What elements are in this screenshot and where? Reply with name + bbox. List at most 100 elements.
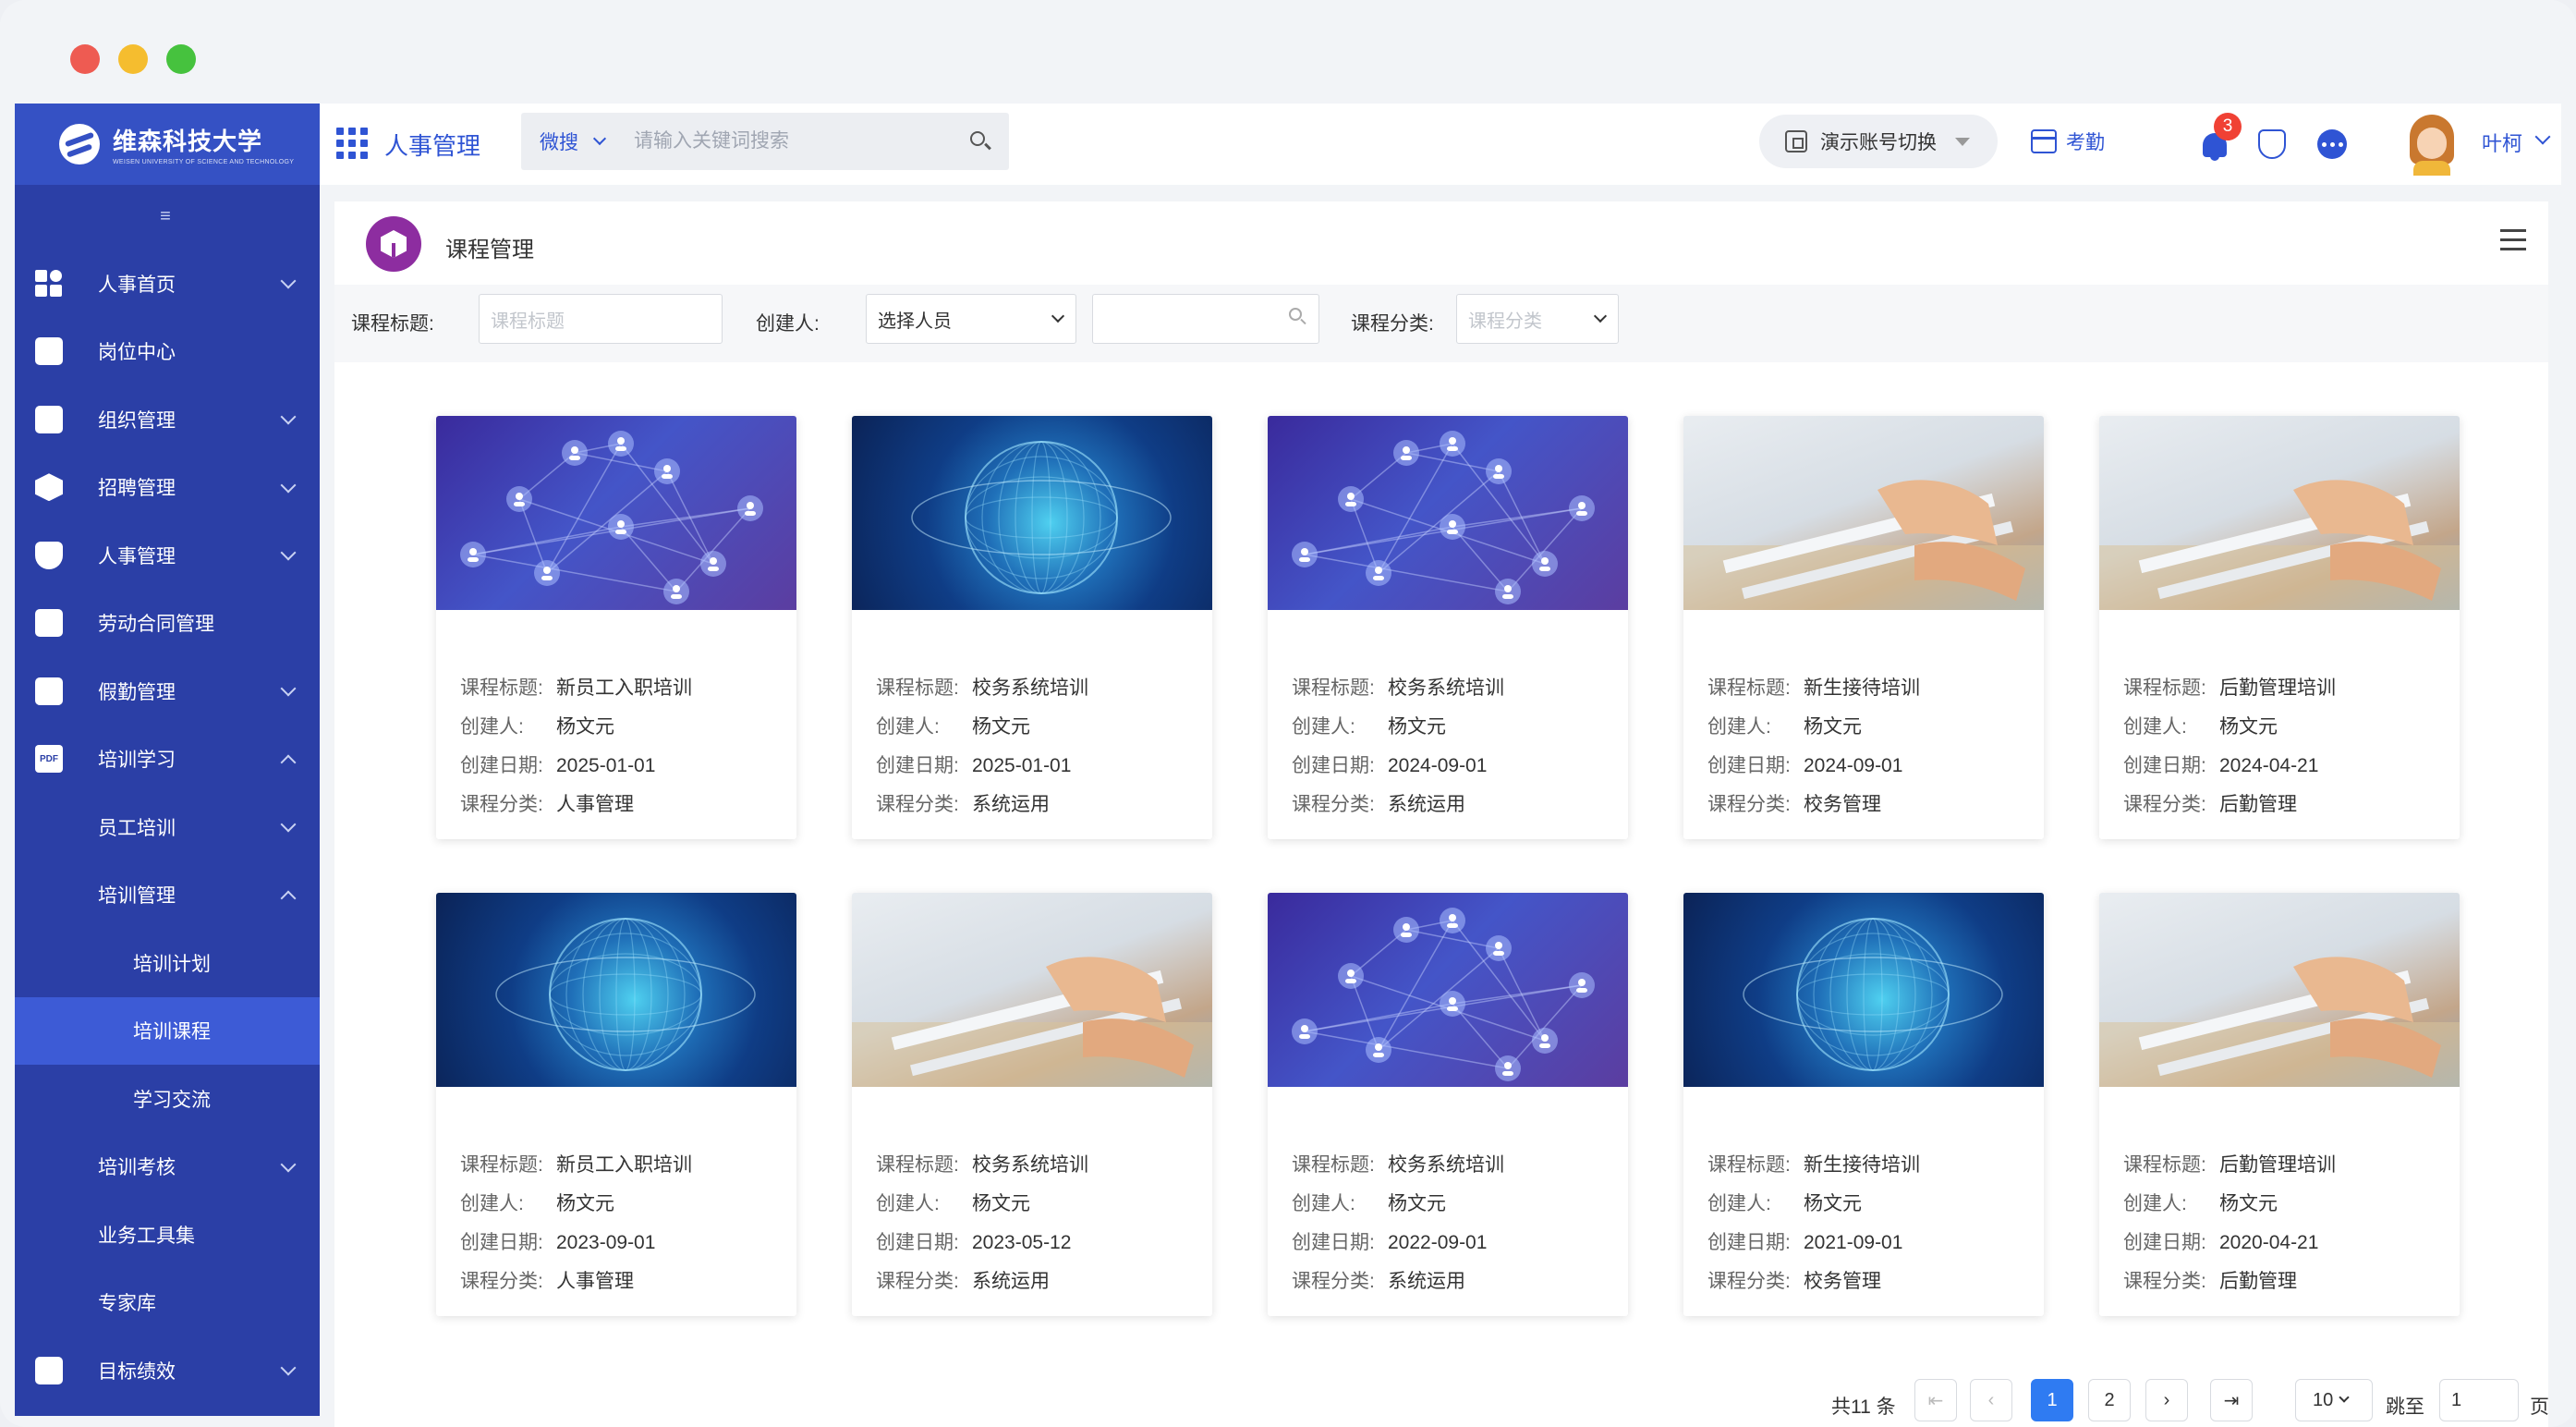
search-input[interactable] xyxy=(634,122,948,161)
sidebar-item[interactable]: 培训课程 xyxy=(15,996,320,1065)
field-label: 课程分类: xyxy=(1292,794,1375,815)
course-card[interactable]: 课程标题: 新生接待培训 创建人: 杨文元 创建日期: 2021-09-01 课程分类… xyxy=(1683,893,2044,1316)
apps-grid-icon[interactable] xyxy=(336,128,368,159)
sidebar-item[interactable]: 培训管理 xyxy=(15,861,320,930)
account-switch-button[interactable]: 演示账号切换 xyxy=(1759,115,1998,168)
course-thumbnail[interactable] xyxy=(852,416,1212,610)
search-icon[interactable] xyxy=(968,129,992,153)
course-thumbnail[interactable] xyxy=(1268,893,1628,1087)
app-window: 维森科技大学 WEISEN UNIVERSITY OF SCIENCE AND … xyxy=(0,0,2576,1427)
course-thumbnail[interactable] xyxy=(1683,893,2044,1087)
sidebar-item[interactable]: 学习交流 xyxy=(15,1065,320,1133)
sidebar-item-label: 人事管理 xyxy=(98,545,176,567)
category-select[interactable]: 课程分类 xyxy=(1456,294,1619,344)
course-card[interactable]: 课程标题: 后勤管理培训 创建人: 杨文元 创建日期: 2024-04-21 课程分类… xyxy=(2099,416,2460,839)
course-card[interactable]: 课程标题: 后勤管理培训 创建人: 杨文元 创建日期: 2020-04-21 课程分类… xyxy=(2099,893,2460,1316)
sidebar-item[interactable]: PDF 培训学习 xyxy=(15,726,320,794)
course-info: 课程标题: 校务系统培训 创建人: 杨文元 创建日期: 2024-09-01 课程分类… xyxy=(1292,669,1504,824)
creator-select[interactable]: 选择人员 xyxy=(866,294,1076,344)
maximize-window-button[interactable] xyxy=(166,44,196,74)
user-name[interactable]: 叶柯 xyxy=(2482,128,2522,157)
page-size-select[interactable]: 10 xyxy=(2295,1379,2373,1421)
sidebar-item[interactable]: 劳动合同管理 xyxy=(15,590,320,658)
sidebar-item[interactable]: 招聘管理 xyxy=(15,454,320,522)
page-2-button[interactable]: 2 xyxy=(2088,1379,2131,1421)
brand[interactable]: 维森科技大学 WEISEN UNIVERSITY OF SCIENCE AND … xyxy=(15,104,320,185)
course-thumbnail[interactable] xyxy=(1268,416,1628,610)
course-card[interactable]: 课程标题: 校务系统培训 创建人: 杨文元 创建日期: 2022-09-01 课程分类… xyxy=(1268,893,1628,1316)
search-scope-dropdown[interactable]: 微搜 xyxy=(521,113,625,170)
search-icon[interactable] xyxy=(1289,308,1307,326)
chevron-down-icon xyxy=(280,1360,297,1376)
sidebar-item[interactable]: 业务工具集 xyxy=(15,1201,320,1269)
creator-search-input[interactable] xyxy=(1092,294,1319,344)
category-filter-label: 课程分类: xyxy=(1351,313,1434,335)
sidebar-item-label: 培训考核 xyxy=(98,1157,176,1179)
course-category: 校务管理 xyxy=(1804,794,1881,815)
page-title: 课程管理 xyxy=(445,238,534,262)
sidebar-item[interactable]: 专家库 xyxy=(15,1269,320,1337)
attendance-link[interactable]: 考勤 xyxy=(2031,128,2105,155)
avatar[interactable] xyxy=(2404,113,2460,176)
page-size-value: 10 xyxy=(2313,1389,2334,1410)
course-title: 校务系统培训 xyxy=(1388,1154,1504,1176)
prev-page-button[interactable]: ‹ xyxy=(1970,1379,2012,1421)
last-page-button[interactable]: ⇥ xyxy=(2210,1379,2253,1421)
course-thumbnail[interactable] xyxy=(2099,893,2460,1087)
module-title: 人事管理 xyxy=(384,132,481,160)
course-card[interactable]: 课程标题: 新员工入职培训 创建人: 杨文元 创建日期: 2025-01-01 课程分… xyxy=(436,416,796,839)
sidebar-item[interactable]: 培训考核 xyxy=(15,1133,320,1201)
course-card[interactable]: 课程标题: 校务系统培训 创建人: 杨文元 创建日期: 2024-09-01 课程分类… xyxy=(1268,416,1628,839)
course-card[interactable]: 课程标题: 校务系统培训 创建人: 杨文元 创建日期: 2025-01-01 课程分类… xyxy=(852,416,1212,839)
jump-page-input[interactable]: 1 xyxy=(2439,1379,2519,1421)
course-thumbnail[interactable] xyxy=(436,893,796,1087)
sidebar-item[interactable]: 人事管理 xyxy=(15,521,320,590)
page-1-button[interactable]: 1 xyxy=(2031,1379,2073,1421)
sidebar-item-label: 培训学习 xyxy=(98,750,176,772)
sidebar-item[interactable]: 人事首页 xyxy=(15,250,320,318)
field-label: 创建日期: xyxy=(2123,1232,2206,1253)
title-bar xyxy=(0,0,2576,104)
list-view-icon[interactable] xyxy=(2500,229,2526,251)
course-title: 新生接待培训 xyxy=(1804,677,1920,699)
course-info: 课程标题: 新员工入职培训 创建人: 杨文元 创建日期: 2025-01-01 课程分… xyxy=(460,669,692,824)
creator-select-value: 选择人员 xyxy=(878,311,952,332)
course-thumbnail[interactable] xyxy=(436,416,796,610)
course-thumbnail[interactable] xyxy=(852,893,1212,1087)
sidebar-item[interactable]: 假勤管理 xyxy=(15,657,320,726)
course-info: 课程标题: 新生接待培训 创建人: 杨文元 创建日期: 2021-09-01 课程分类… xyxy=(1707,1146,1920,1301)
course-category: 系统运用 xyxy=(1388,1271,1465,1292)
course-card[interactable]: 课程标题: 新员工入职培训 创建人: 杨文元 创建日期: 2023-09-01 课程分… xyxy=(436,893,796,1316)
user-menu-chevron-icon[interactable] xyxy=(2534,128,2551,145)
security-shield-icon[interactable] xyxy=(2258,129,2286,159)
briefcase-icon xyxy=(33,607,65,639)
calendar-icon xyxy=(2031,129,2057,153)
jump-label: 跳至 xyxy=(2386,1397,2424,1418)
course-card[interactable]: 课程标题: 校务系统培训 创建人: 杨文元 创建日期: 2023-05-12 课程分类… xyxy=(852,893,1212,1316)
next-page-button[interactable]: › xyxy=(2145,1379,2188,1421)
course-card[interactable]: 课程标题: 新生接待培训 创建人: 杨文元 创建日期: 2024-09-01 课程分类… xyxy=(1683,416,2044,839)
sidebar-item[interactable]: 目标绩效 xyxy=(15,1336,320,1405)
course-title: 新生接待培训 xyxy=(1804,1154,1920,1176)
sidebar-item[interactable]: 员工培训 xyxy=(15,793,320,861)
course-thumbnail[interactable] xyxy=(1683,416,2044,610)
course-category: 人事管理 xyxy=(556,794,634,815)
sidebar-item-label: 岗位中心 xyxy=(98,342,176,364)
chevron-down-icon xyxy=(280,409,297,425)
close-window-button[interactable] xyxy=(70,44,100,74)
total-count: 共11 条 xyxy=(1831,1397,1896,1418)
collapse-sidebar-icon[interactable]: ≡ xyxy=(153,207,177,226)
minimize-window-button[interactable] xyxy=(118,44,148,74)
course-title: 校务系统培训 xyxy=(1388,677,1504,699)
document-icon xyxy=(33,676,65,707)
title-filter-input[interactable]: 课程标题 xyxy=(479,294,723,344)
field-label: 创建日期: xyxy=(876,1232,959,1253)
field-label: 创建人: xyxy=(1707,1193,1771,1214)
more-options-icon[interactable] xyxy=(2317,129,2347,159)
sidebar-item[interactable]: 培训计划 xyxy=(15,929,320,997)
sidebar-item[interactable]: 岗位中心 xyxy=(15,318,320,386)
course-thumbnail[interactable] xyxy=(2099,416,2460,610)
first-page-button[interactable]: ⇤ xyxy=(1914,1379,1957,1421)
sidebar-item[interactable]: 组织管理 xyxy=(15,385,320,454)
field-label: 课程标题: xyxy=(1707,1154,1791,1176)
